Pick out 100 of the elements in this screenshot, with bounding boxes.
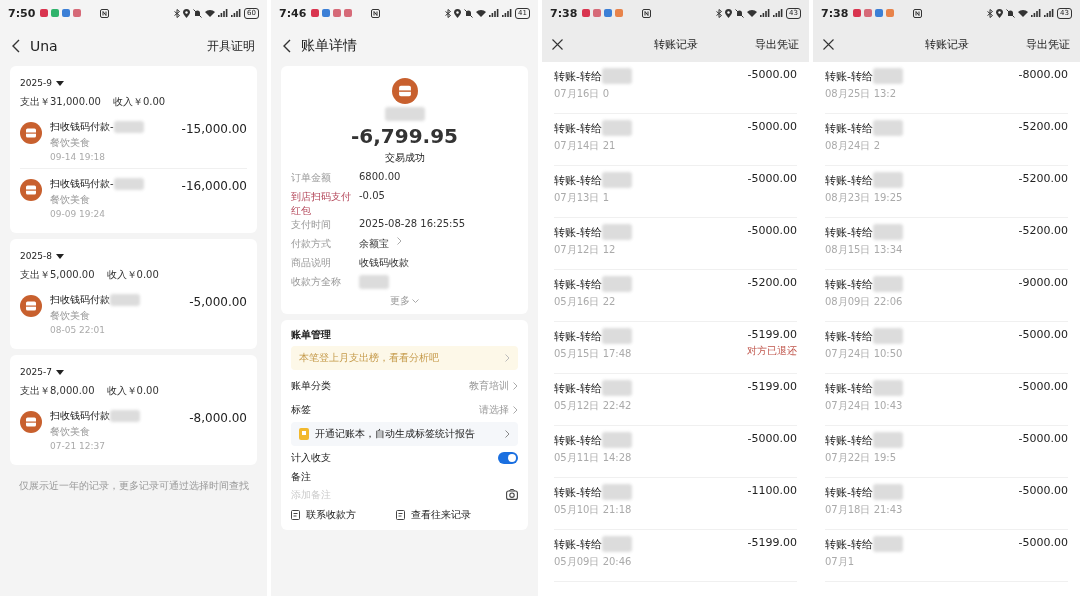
certificate-button[interactable]: 开具证明 xyxy=(207,37,255,55)
transfer-amount: -5000.00 xyxy=(747,432,797,445)
transfer-row[interactable]: 转账-转给 05月16日 22 -5200.00 xyxy=(554,270,797,322)
transfer-row[interactable]: 转账-转给 07月1 -5000.00 xyxy=(825,530,1068,582)
transfer-title: 转账-转给 xyxy=(554,68,602,84)
redaction-blur xyxy=(384,107,425,121)
store-icon xyxy=(20,295,42,317)
signal-icon xyxy=(489,9,500,17)
transfer-amount: -5200.00 xyxy=(1018,224,1068,237)
export-button[interactable]: 导出凭证 xyxy=(755,36,799,52)
bluetooth-icon xyxy=(987,8,994,18)
expense-total: 支出￥8,000.00 xyxy=(20,384,95,398)
close-icon[interactable] xyxy=(552,38,563,50)
page-title: 转账记录 xyxy=(924,36,969,52)
transfer-row[interactable]: 转账-转给 07月16日 0 -5000.00 xyxy=(554,62,797,114)
document-icon[interactable] xyxy=(291,510,300,520)
transfer-row[interactable]: 转账-转给 07月12日 12 -5000.00 xyxy=(554,218,797,270)
action-link[interactable]: 联系收款方 xyxy=(306,508,356,522)
toggle-switch[interactable] xyxy=(498,452,518,464)
wifi-icon xyxy=(747,9,758,17)
setting-label: 标签 xyxy=(291,403,311,417)
transfer-title: 转账-转给 xyxy=(825,172,873,188)
transaction-amount: -15,000.00 xyxy=(181,122,247,136)
transfer-row[interactable]: 转账-转给 07月18日 21:43 -5000.00 xyxy=(825,478,1068,530)
bluetooth-icon xyxy=(174,8,181,18)
redaction-blur xyxy=(113,178,144,190)
transfer-row[interactable]: 转账-转给 08月23日 19:25 -5200.00 xyxy=(825,166,1068,218)
transaction-amount: -16,000.00 xyxy=(181,179,247,193)
chevron-right-icon[interactable] xyxy=(505,430,510,438)
signal-icon xyxy=(231,9,242,17)
document-icon[interactable] xyxy=(396,510,405,520)
dropdown-icon[interactable] xyxy=(55,80,64,86)
refund-status: 对方已退还 xyxy=(747,344,797,358)
mute-icon xyxy=(735,8,745,18)
transfer-row[interactable]: 转账-转给 05月12日 22:42 -5199.00 xyxy=(554,374,797,426)
month-label[interactable]: 2025-8 xyxy=(20,251,52,261)
field-label: 订单金额 xyxy=(291,171,332,185)
transfer-row[interactable]: 转账-转给 05月10日 21:18 -1100.00 xyxy=(554,478,797,530)
transfer-date: 07月24日 10:50 xyxy=(825,347,903,361)
location-icon xyxy=(725,8,733,18)
transfer-title: 转账-转给 xyxy=(554,536,602,552)
transaction-time: 09-14 19:18 xyxy=(50,152,106,162)
redaction-blur xyxy=(602,120,632,136)
status-time: 7:50 xyxy=(8,6,36,20)
redaction-blur xyxy=(602,68,632,84)
transfer-title: 转账-转给 xyxy=(825,120,873,136)
transfer-amount: -5200.00 xyxy=(1018,172,1068,185)
transfer-row[interactable]: 转账-转给 07月13日 1 -5000.00 xyxy=(554,166,797,218)
transfer-row[interactable]: 转账-转给 08月09日 22:06 -9000.00 xyxy=(825,270,1068,322)
transfer-row[interactable]: 转账-转给 05月15日 17:48 -5199.00 对方已退还 xyxy=(554,322,797,374)
transfer-row[interactable]: 转账-转给 07月14日 21 -5000.00 xyxy=(554,114,797,166)
transfer-title: 转账-转给 xyxy=(554,380,602,396)
mute-icon xyxy=(464,8,474,18)
redaction-blur xyxy=(110,410,140,422)
transaction-amount: -8,000.00 xyxy=(189,411,247,425)
transaction-amount: -5,000.00 xyxy=(189,295,247,309)
transfer-amount: -5199.00 xyxy=(747,380,797,393)
redaction-blur xyxy=(113,121,144,133)
transfer-row[interactable]: 转账-转给 05月09日 20:46 -5199.00 xyxy=(554,530,797,582)
transaction-amount: -6,799.95 xyxy=(351,124,458,148)
transfer-amount: -5000.00 xyxy=(1018,380,1068,393)
transfer-title: 转账-转给 xyxy=(825,380,873,396)
transfer-amount: -5000.00 xyxy=(747,120,797,133)
redaction-blur xyxy=(873,276,903,292)
close-icon[interactable] xyxy=(823,38,834,50)
promo-banner[interactable]: 开通记账本，自动生成标签统计报告 xyxy=(291,422,518,446)
dropdown-icon[interactable] xyxy=(55,253,64,259)
location-icon xyxy=(183,8,191,18)
field-value: 收钱码收款 xyxy=(359,256,409,270)
transfer-row[interactable]: 转账-转给 08月15日 13:34 -5200.00 xyxy=(825,218,1068,270)
transfer-row[interactable]: 转账-转给 08月25日 13:2 -8000.00 xyxy=(825,62,1068,114)
month-label[interactable]: 2025-7 xyxy=(20,367,52,377)
income-total: 收入￥0.00 xyxy=(106,384,159,398)
export-button[interactable]: 导出凭证 xyxy=(1026,36,1070,52)
transfer-row[interactable]: 转账-转给 07月22日 19:5 -5000.00 xyxy=(825,426,1068,478)
action-link[interactable]: 查看往来记录 xyxy=(411,508,471,522)
transaction-title: 扫收钱码付款- xyxy=(50,177,114,191)
transfer-row[interactable]: 转账-转给 07月24日 10:43 -5000.00 xyxy=(825,374,1068,426)
redaction-blur xyxy=(602,484,632,500)
signal-icon xyxy=(773,9,784,17)
transaction-time: 08-05 22:01 xyxy=(50,325,106,335)
transfer-amount: -8000.00 xyxy=(1018,68,1068,81)
notebook-icon xyxy=(299,428,309,440)
signal-icon xyxy=(1031,9,1042,17)
field-label: 支付时间 xyxy=(291,218,332,232)
transfer-row[interactable]: 转账-转给 07月24日 10:50 -5000.00 xyxy=(825,322,1068,374)
transfer-title: 转账-转给 xyxy=(825,276,873,292)
redaction-blur xyxy=(602,276,632,292)
transfer-row[interactable]: 转账-转给 05月11日 14:28 -5000.00 xyxy=(554,426,797,478)
back-icon[interactable] xyxy=(283,39,291,53)
transfer-amount: -1100.00 xyxy=(747,484,797,497)
transfer-row[interactable]: 转账-转给 08月24日 2 -5200.00 xyxy=(825,114,1068,166)
nfc-icon xyxy=(913,8,923,18)
dropdown-icon[interactable] xyxy=(55,369,64,375)
transfer-title: 转账-转给 xyxy=(825,224,873,240)
month-label[interactable]: 2025-9 xyxy=(20,78,52,88)
camera-icon[interactable] xyxy=(506,488,518,500)
back-icon[interactable] xyxy=(12,39,20,53)
income-total: 收入￥0.00 xyxy=(106,268,159,282)
transfer-date: 08月24日 2 xyxy=(825,139,881,153)
